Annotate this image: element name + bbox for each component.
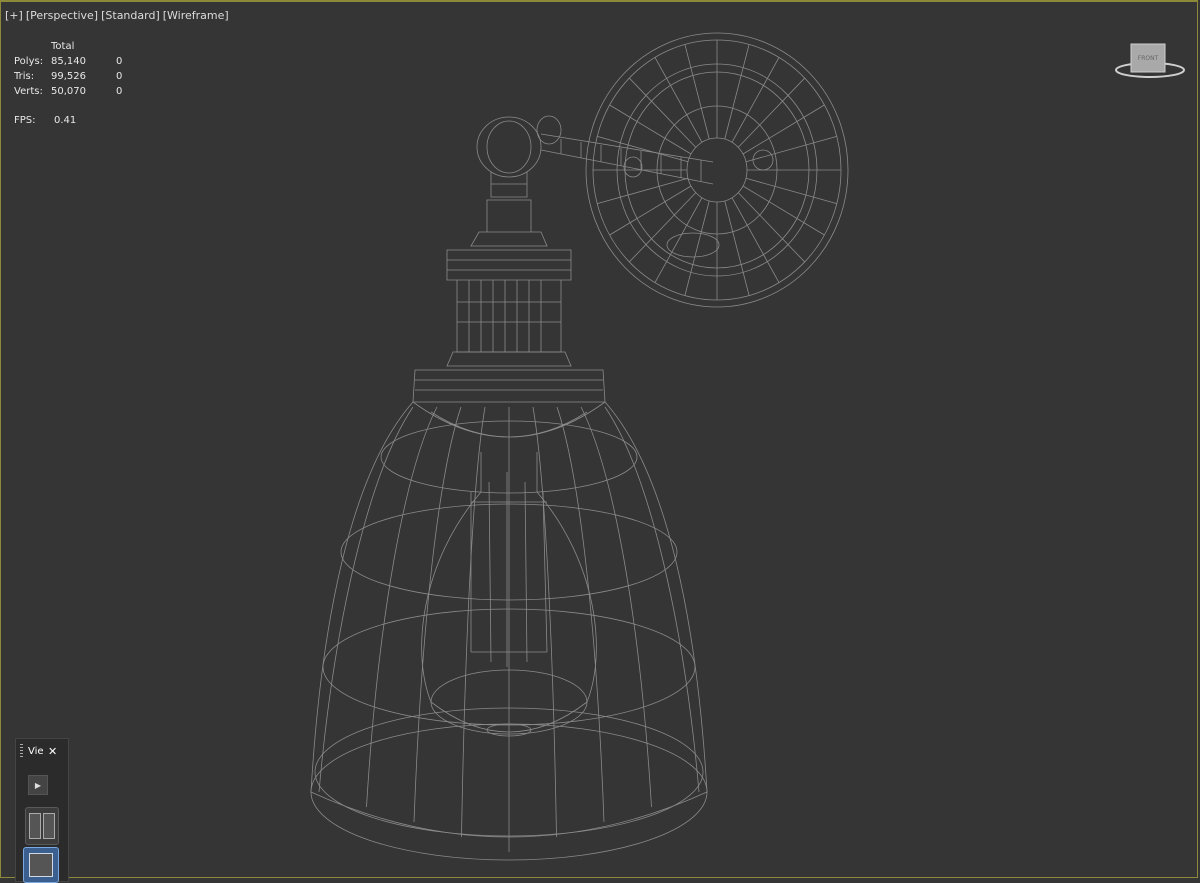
viewport-layouts-panel: View ✕ ▶ <box>15 738 69 883</box>
panel-title: View <box>28 745 44 757</box>
panel-drag-handle[interactable] <box>20 744 23 758</box>
perspective-viewport[interactable]: [+] [Perspective] [Standard] [Wireframe]… <box>0 0 1198 883</box>
glass-shade-wireframe <box>310 401 708 861</box>
layout-pane-icon <box>43 813 55 839</box>
expand-arrow-button[interactable]: ▶ <box>28 775 48 795</box>
two-pane-layout-button[interactable] <box>25 807 59 845</box>
wall-lamp-wireframe-model[interactable] <box>1 2 1197 878</box>
viewcube-icon[interactable]: FRONT <box>1113 38 1187 82</box>
wall-plate-wireframe <box>585 32 849 308</box>
close-icon[interactable]: ✕ <box>48 745 57 758</box>
socket-wireframe <box>446 199 572 367</box>
single-pane-layout-button[interactable] <box>23 847 59 883</box>
viewcube-face-label: FRONT <box>1138 55 1159 62</box>
layout-pane-icon <box>29 853 53 877</box>
layout-pane-icon <box>29 813 41 839</box>
